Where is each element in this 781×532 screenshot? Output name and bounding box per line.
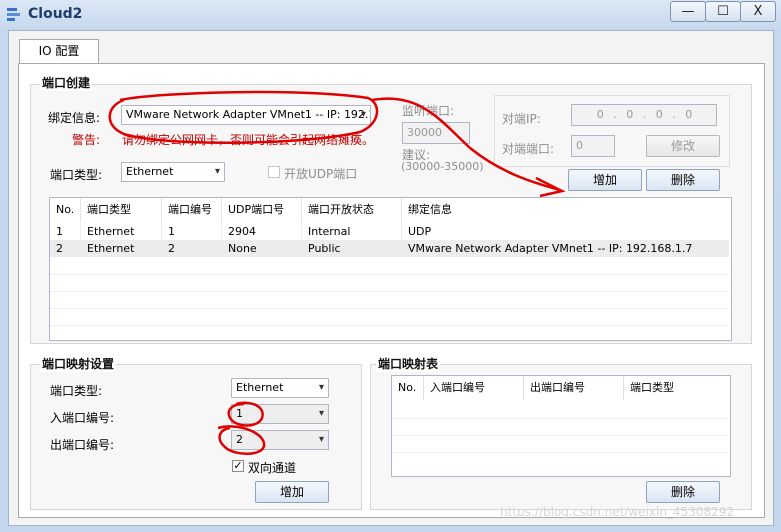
annotation-circle-in-port [227, 401, 264, 427]
annotation-arrow-line [371, 97, 561, 192]
annotation-layer [108, 90, 566, 455]
annotation-circle-bind [108, 90, 379, 144]
annotation-circle-out-port [217, 425, 266, 455]
